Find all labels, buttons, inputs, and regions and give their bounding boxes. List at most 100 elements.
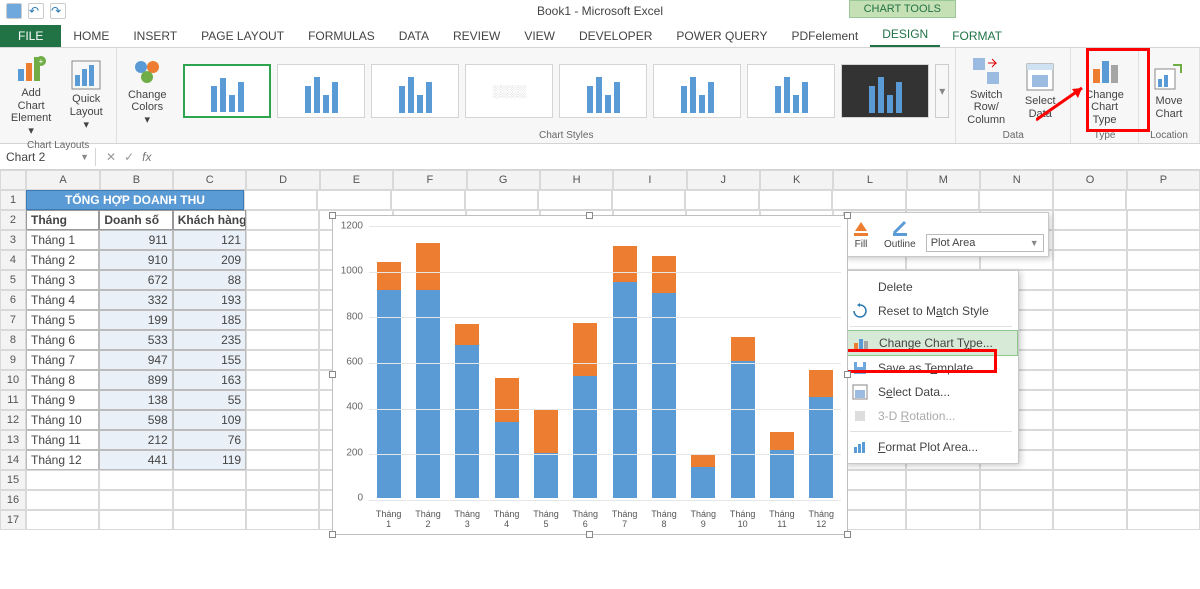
cell[interactable] (246, 330, 319, 350)
cell[interactable] (1126, 190, 1200, 210)
cell[interactable] (246, 210, 319, 230)
tab-format[interactable]: FORMAT (940, 25, 1014, 47)
cell[interactable] (246, 490, 319, 510)
switch-row-column-button[interactable]: Switch Row/ Column (962, 53, 1010, 129)
select-all-triangle[interactable] (0, 170, 26, 190)
cell[interactable]: 185 (173, 310, 246, 330)
cell[interactable] (26, 510, 99, 530)
cell[interactable]: 121 (173, 230, 246, 250)
cell[interactable] (1127, 310, 1200, 330)
cell[interactable] (1127, 250, 1200, 270)
cell[interactable]: 119 (173, 450, 246, 470)
column-header[interactable]: E (320, 170, 393, 190)
cell[interactable]: 199 (99, 310, 172, 330)
cell[interactable] (1053, 330, 1126, 350)
cell[interactable]: 332 (99, 290, 172, 310)
cell[interactable] (1127, 490, 1200, 510)
chart-bar[interactable] (613, 246, 637, 498)
column-header[interactable]: H (540, 170, 613, 190)
cell[interactable]: Tháng 12 (26, 450, 99, 470)
chart-style-2[interactable] (277, 64, 365, 118)
ctx-reset[interactable]: Reset to Match Style (844, 299, 1018, 323)
cell[interactable] (759, 190, 833, 210)
cell[interactable] (246, 270, 319, 290)
cell[interactable] (246, 370, 319, 390)
tab-review[interactable]: REVIEW (441, 25, 512, 47)
chart-style-6[interactable] (653, 64, 741, 118)
chart-bar[interactable] (455, 324, 479, 498)
cell[interactable] (246, 410, 319, 430)
ctx-change-chart-type[interactable]: Change Chart Type... (844, 330, 1018, 356)
cell[interactable] (99, 470, 172, 490)
cell[interactable]: 155 (173, 350, 246, 370)
cell[interactable] (685, 190, 759, 210)
tab-file[interactable]: FILE (0, 25, 61, 47)
row-header[interactable]: 12 (0, 410, 26, 430)
cell[interactable]: 533 (99, 330, 172, 350)
chart-style-8[interactable] (841, 64, 929, 118)
cell[interactable]: 55 (173, 390, 246, 410)
enter-icon[interactable]: ✓ (124, 150, 134, 164)
cell[interactable] (1127, 330, 1200, 350)
cell[interactable] (1127, 390, 1200, 410)
chart-style-3[interactable] (371, 64, 459, 118)
chart-bar[interactable] (652, 256, 676, 498)
resize-handle[interactable] (586, 212, 593, 219)
chart-bar[interactable] (770, 432, 794, 498)
tab-data[interactable]: DATA (387, 25, 441, 47)
cell[interactable] (980, 490, 1053, 510)
cell[interactable] (538, 190, 612, 210)
row-header[interactable]: 16 (0, 490, 26, 510)
tab-pdfelement[interactable]: PDFelement (779, 25, 870, 47)
row-header[interactable]: 13 (0, 430, 26, 450)
cell[interactable]: 109 (173, 410, 246, 430)
cell[interactable]: 163 (173, 370, 246, 390)
change-colors-button[interactable]: Change Colors ▾ (123, 53, 171, 129)
column-header[interactable]: F (393, 170, 466, 190)
cell[interactable]: 672 (99, 270, 172, 290)
row-header[interactable]: 8 (0, 330, 26, 350)
row-header[interactable]: 2 (0, 210, 26, 230)
resize-handle[interactable] (844, 371, 851, 378)
cell[interactable] (246, 290, 319, 310)
cell[interactable] (1053, 310, 1126, 330)
cell[interactable] (1053, 230, 1126, 250)
cell[interactable] (246, 390, 319, 410)
cell[interactable]: 899 (99, 370, 172, 390)
resize-handle[interactable] (586, 531, 593, 538)
column-header[interactable]: O (1053, 170, 1126, 190)
cell[interactable] (244, 190, 318, 210)
row-header[interactable]: 15 (0, 470, 26, 490)
cell[interactable] (1127, 370, 1200, 390)
cell[interactable]: Tháng 6 (26, 330, 99, 350)
cell[interactable]: 598 (99, 410, 172, 430)
chevron-down-icon[interactable]: ▼ (80, 152, 89, 162)
cell[interactable] (246, 430, 319, 450)
chart-bar[interactable] (495, 378, 519, 498)
chart-bar[interactable] (731, 337, 755, 498)
cell[interactable] (832, 190, 906, 210)
column-header[interactable]: J (687, 170, 760, 190)
cell[interactable] (99, 510, 172, 530)
cell[interactable] (979, 190, 1053, 210)
cell[interactable] (1127, 350, 1200, 370)
cell[interactable] (906, 470, 979, 490)
row-header[interactable]: 1 (0, 190, 26, 210)
table-header-cell[interactable]: Khách hàng (173, 210, 246, 230)
chart-style-7[interactable] (747, 64, 835, 118)
cell[interactable] (26, 470, 99, 490)
cell[interactable] (1053, 450, 1126, 470)
chart-bar[interactable] (691, 454, 715, 498)
cell[interactable] (980, 470, 1053, 490)
cell[interactable] (1127, 450, 1200, 470)
cancel-icon[interactable]: ✕ (106, 150, 116, 164)
cell[interactable] (1053, 370, 1126, 390)
cell[interactable] (612, 190, 686, 210)
cell[interactable] (1127, 410, 1200, 430)
cell[interactable] (1053, 430, 1126, 450)
cell[interactable] (1053, 510, 1126, 530)
tab-power-query[interactable]: POWER QUERY (664, 25, 779, 47)
cell[interactable] (317, 190, 391, 210)
cell[interactable] (1053, 210, 1126, 230)
cell[interactable]: Tháng 11 (26, 430, 99, 450)
